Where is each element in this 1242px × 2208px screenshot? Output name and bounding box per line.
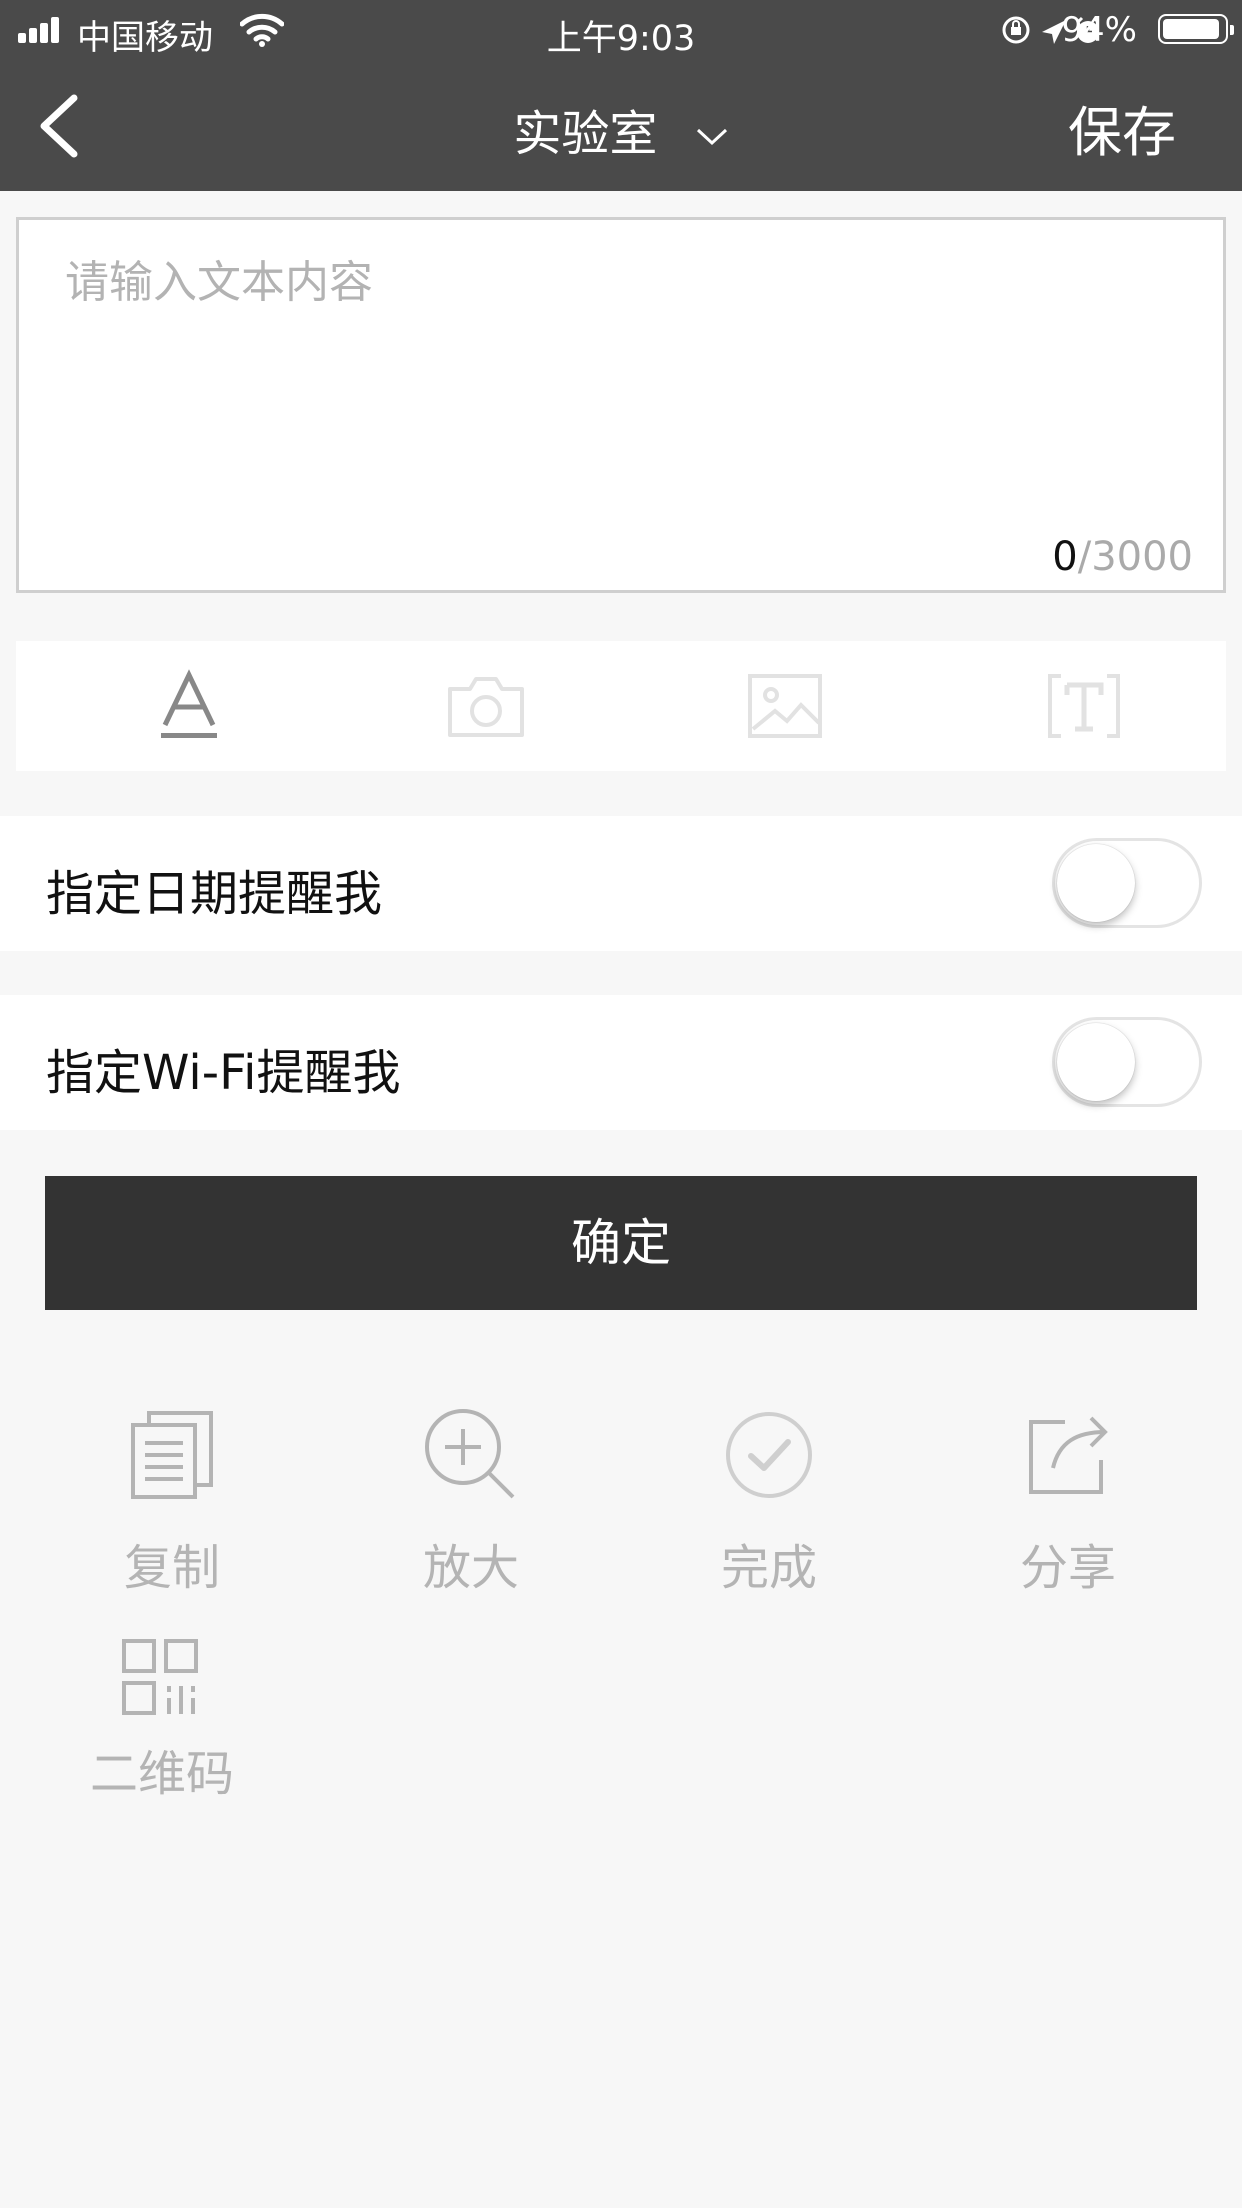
category-selector[interactable]: 实验室 <box>0 94 1242 164</box>
chevron-down-icon <box>696 128 727 146</box>
note-content-input[interactable] <box>19 220 1223 590</box>
battery-percent: 94% <box>1061 10 1137 50</box>
zoom-in-label: 放大 <box>422 1540 519 1596</box>
text-editor: 0/3000 <box>16 217 1226 593</box>
camera-icon <box>448 677 524 737</box>
qr-code-icon <box>122 1639 198 1715</box>
qr-code-label: 二维码 <box>89 1746 234 1802</box>
copy-label: 复制 <box>123 1540 220 1596</box>
wifi-reminder-label: 指定Wi-Fi提醒我 <box>46 1045 401 1101</box>
battery-icon <box>1158 14 1234 44</box>
share-icon <box>1029 1416 1108 1494</box>
save-button[interactable]: 保存 <box>1068 88 1176 167</box>
date-reminder-row: 指定日期提醒我 <box>0 816 1242 951</box>
font-style-button[interactable] <box>134 661 244 751</box>
wifi-reminder-toggle[interactable] <box>1052 1017 1202 1107</box>
image-icon <box>748 674 822 738</box>
character-counter: 0/3000 <box>1052 534 1193 580</box>
date-reminder-toggle[interactable] <box>1052 838 1202 928</box>
wifi-reminder-row: 指定Wi-Fi提醒我 <box>0 995 1242 1130</box>
image-button[interactable] <box>730 661 840 751</box>
page-title: 实验室 <box>513 106 658 162</box>
camera-button[interactable] <box>431 661 541 751</box>
complete-action[interactable]: 完成 <box>659 1400 879 1598</box>
zoom-in-icon <box>425 1409 515 1499</box>
app-header: 中国移动 上午9:03 94% 实验室 保存 <box>0 0 1242 191</box>
confirm-button[interactable]: 确定 <box>45 1176 1197 1310</box>
text-recognition-button[interactable] <box>1029 661 1139 751</box>
status-bar: 中国移动 上午9:03 94% <box>0 0 1242 62</box>
navigation-bar: 实验室 保存 <box>0 62 1242 191</box>
date-reminder-label: 指定日期提醒我 <box>46 866 383 922</box>
check-circle-icon <box>726 1412 812 1498</box>
zoom-in-action[interactable]: 放大 <box>361 1400 581 1598</box>
copy-icon <box>131 1411 213 1499</box>
copy-action[interactable]: 复制 <box>62 1400 282 1598</box>
qr-code-action[interactable]: 二维码 <box>52 1636 272 1804</box>
share-action[interactable]: 分享 <box>958 1400 1178 1598</box>
editor-toolbar <box>16 641 1226 771</box>
font-style-icon <box>161 669 217 738</box>
character-limit: /3000 <box>1077 534 1193 580</box>
rotation-lock-icon <box>1002 16 1030 44</box>
complete-label: 完成 <box>720 1540 817 1596</box>
text-recognition-icon <box>1048 674 1120 738</box>
character-count: 0 <box>1052 534 1078 580</box>
share-label: 分享 <box>1019 1540 1116 1596</box>
